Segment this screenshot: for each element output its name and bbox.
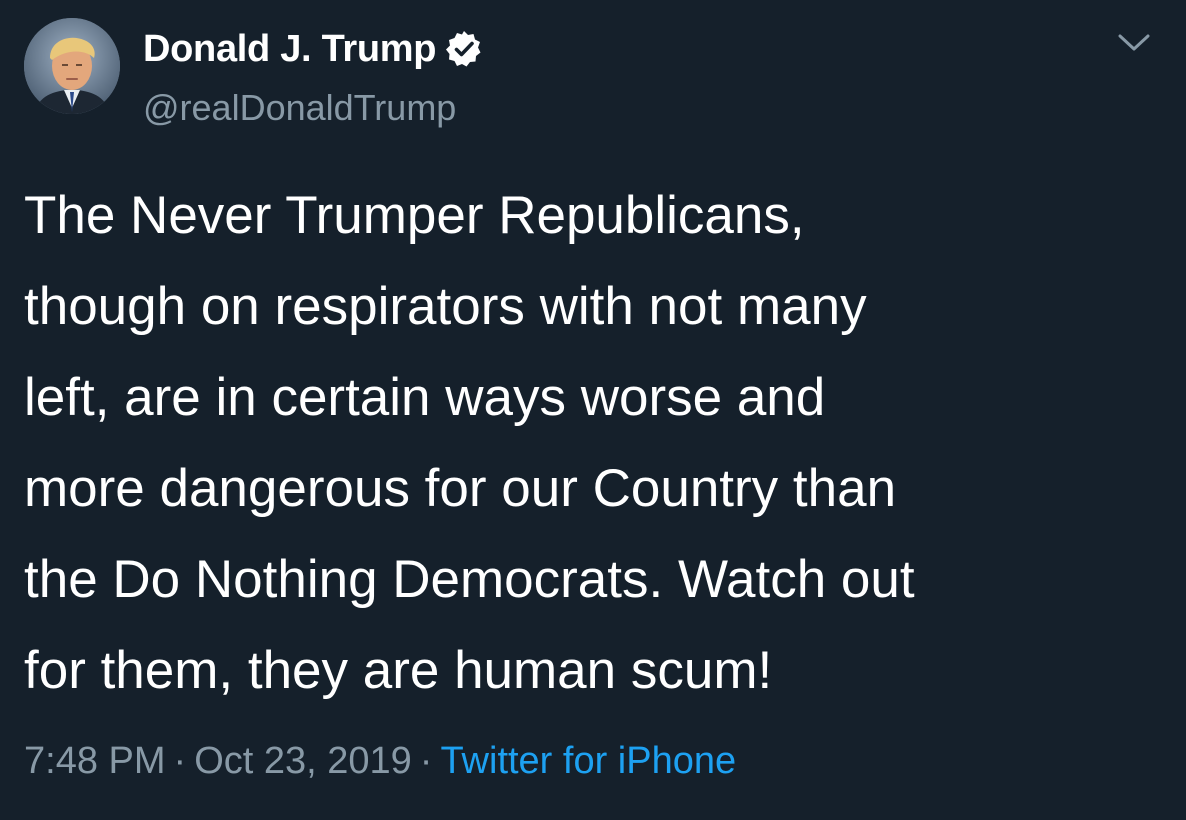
tweet-metadata: 7:48 PM · Oct 23, 2019 · Twitter for iPhone — [24, 740, 736, 783]
tweet-text-line: though on respirators with not many — [24, 277, 867, 336]
tweet-text-line: left, are in certain ways worse and — [24, 368, 826, 427]
tweet-text: The Never Trumper Republicans, though on… — [24, 170, 1164, 716]
tweet-text-line: for them, they are human scum! — [24, 641, 773, 700]
meta-separator: · — [173, 740, 187, 782]
tweet-text-line: more dangerous for our Country than — [24, 459, 897, 518]
avatar[interactable] — [24, 18, 120, 114]
display-name[interactable]: Donald J. Trump — [143, 28, 437, 71]
tweet-source-link[interactable]: Twitter for iPhone — [440, 740, 736, 782]
tweet-date[interactable]: Oct 23, 2019 — [194, 740, 412, 782]
tweet-text-line: The Never Trumper Republicans, — [24, 186, 805, 245]
display-name-row[interactable]: Donald J. Trump — [143, 26, 484, 72]
chevron-down-icon[interactable] — [1114, 26, 1154, 58]
tweet-text-line: the Do Nothing Democrats. Watch out — [24, 550, 915, 609]
user-handle[interactable]: @realDonaldTrump — [143, 87, 456, 129]
tweet-card: Donald J. Trump @realDonaldTrump The Nev… — [0, 0, 1186, 820]
meta-separator: · — [419, 740, 433, 782]
tweet-time[interactable]: 7:48 PM — [24, 740, 166, 782]
verified-badge-icon — [444, 29, 484, 69]
